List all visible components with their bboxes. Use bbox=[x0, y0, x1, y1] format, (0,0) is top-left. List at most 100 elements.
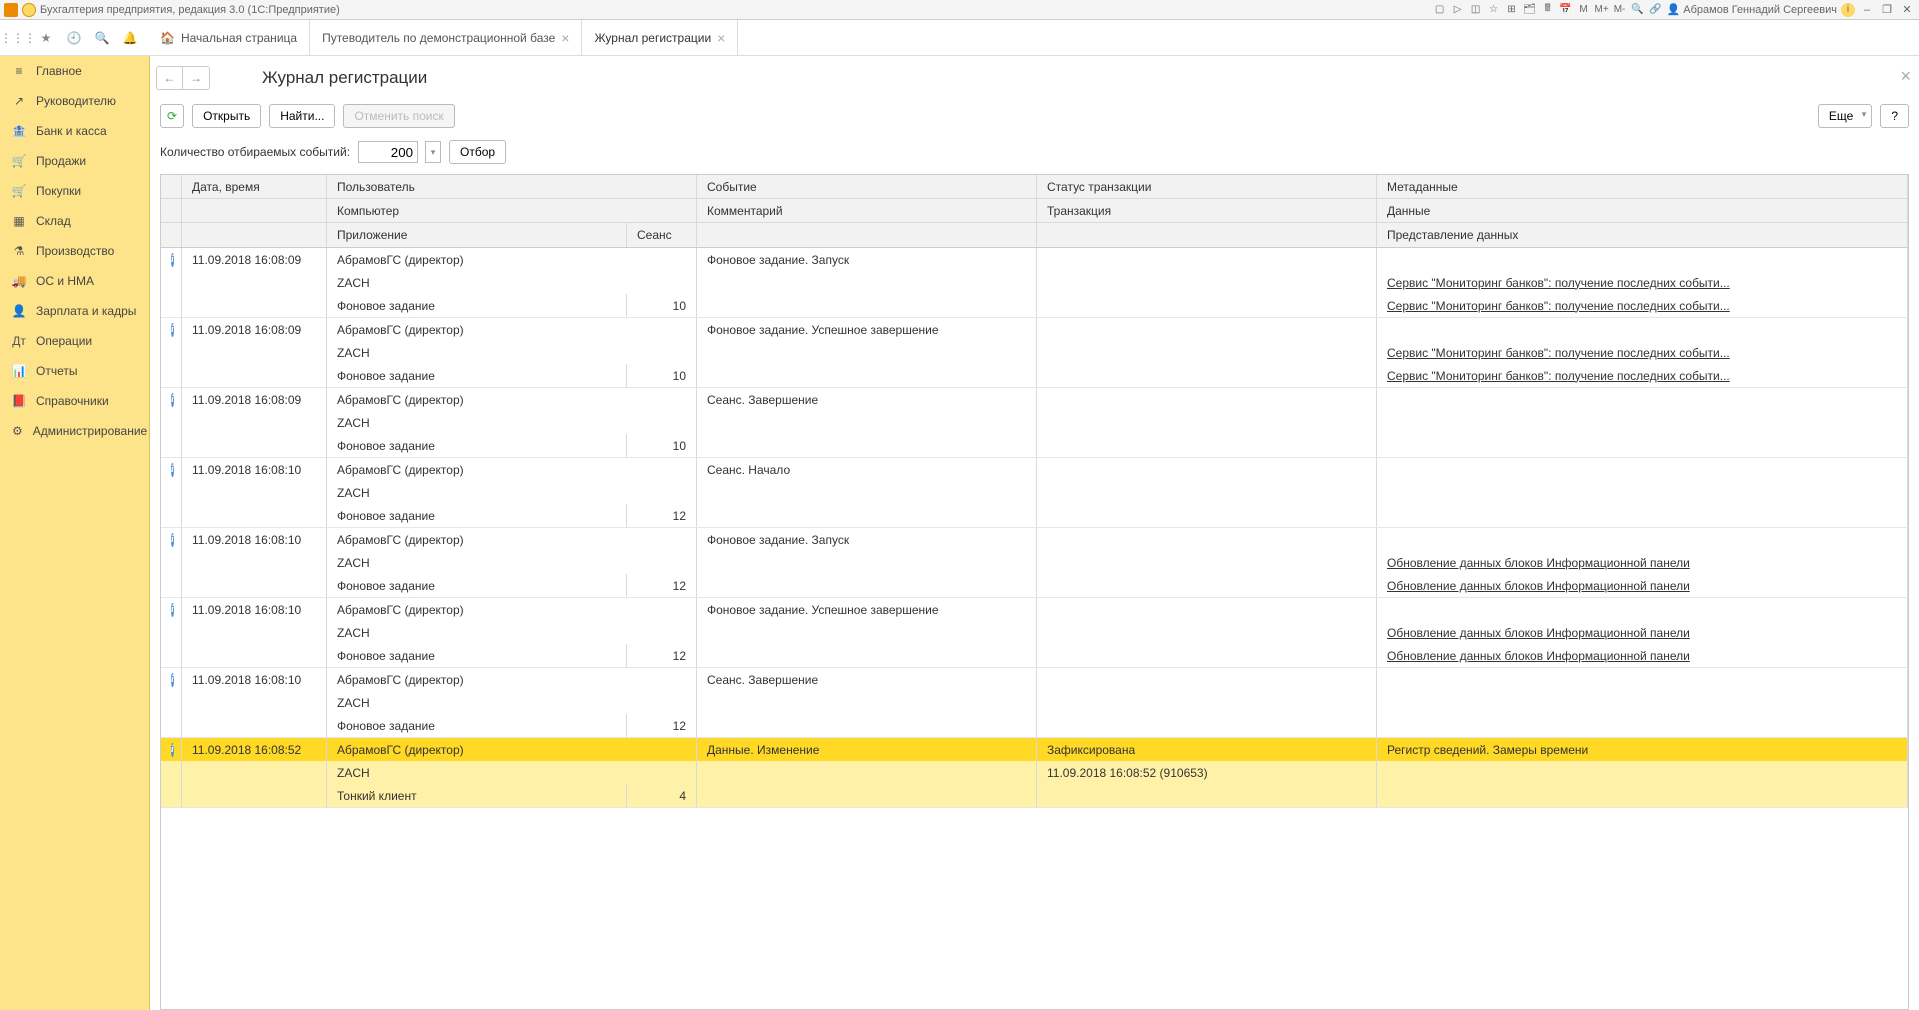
grid-body[interactable]: i11.09.2018 16:08:09АбрамовГС (директор)… bbox=[161, 248, 1908, 1009]
cell-comment bbox=[697, 341, 1037, 364]
row-info-icon: i bbox=[161, 738, 182, 761]
cell-metadata bbox=[1377, 598, 1908, 621]
row-info-icon: i bbox=[161, 318, 182, 341]
table-row[interactable]: i11.09.2018 16:08:10АбрамовГС (директор)… bbox=[161, 598, 1908, 668]
tb-icon-6[interactable]: 🗂 bbox=[1523, 3, 1537, 17]
table-row[interactable]: i11.09.2018 16:08:09АбрамовГС (директор)… bbox=[161, 318, 1908, 388]
restore-icon[interactable]: ❐ bbox=[1879, 2, 1895, 18]
cell-data-repr[interactable]: Обновление данных блоков Информационной … bbox=[1377, 574, 1908, 597]
cell-transaction bbox=[1037, 551, 1377, 574]
table-row[interactable]: i11.09.2018 16:08:10АбрамовГС (директор)… bbox=[161, 458, 1908, 528]
col-app[interactable]: Приложение bbox=[327, 223, 627, 247]
sidebar-item-6[interactable]: ⚗Производство bbox=[0, 236, 149, 266]
bell-icon[interactable]: 🔔 bbox=[116, 20, 144, 56]
tb-icon-cal[interactable]: 📅 bbox=[1559, 3, 1573, 17]
cell-data[interactable]: Обновление данных блоков Информационной … bbox=[1377, 621, 1908, 644]
cell-data[interactable]: Обновление данных блоков Информационной … bbox=[1377, 551, 1908, 574]
tb-icon-4[interactable]: ☆ bbox=[1487, 3, 1501, 17]
table-row[interactable]: i11.09.2018 16:08:09АбрамовГС (директор)… bbox=[161, 248, 1908, 318]
sidebar-item-2[interactable]: 🏦Банк и касса bbox=[0, 116, 149, 146]
refresh-button[interactable]: ⟳ bbox=[160, 104, 184, 128]
cell-computer: ZACH bbox=[327, 621, 697, 644]
sidebar-item-10[interactable]: 📊Отчеты bbox=[0, 356, 149, 386]
cell-data[interactable]: Сервис "Мониторинг банков": получение по… bbox=[1377, 341, 1908, 364]
dropdown-icon[interactable] bbox=[22, 3, 36, 17]
tab-close-icon[interactable]: × bbox=[717, 30, 725, 46]
table-row[interactable]: i11.09.2018 16:08:10АбрамовГС (директор)… bbox=[161, 668, 1908, 738]
tb-icon-3[interactable]: ◫ bbox=[1469, 3, 1483, 17]
nav-back-button[interactable]: ← bbox=[157, 67, 183, 89]
close-page-icon[interactable]: × bbox=[1900, 66, 1911, 87]
history-icon[interactable]: 🕘 bbox=[60, 20, 88, 56]
minimize-icon[interactable]: – bbox=[1859, 2, 1875, 18]
filter-button[interactable]: Отбор bbox=[449, 140, 506, 164]
cell-data-repr[interactable]: Сервис "Мониторинг банков": получение по… bbox=[1377, 294, 1908, 317]
count-dropdown-icon[interactable]: ▾ bbox=[425, 141, 441, 163]
close-icon[interactable]: ✕ bbox=[1899, 2, 1915, 18]
sidebar-item-1[interactable]: ↗Руководителю bbox=[0, 86, 149, 116]
col-computer[interactable]: Компьютер bbox=[327, 199, 697, 222]
cell-data-repr[interactable]: Сервис "Мониторинг банков": получение по… bbox=[1377, 364, 1908, 387]
tab-0[interactable]: 🏠Начальная страница bbox=[148, 20, 310, 55]
sidebar-item-4[interactable]: 🛒Покупки bbox=[0, 176, 149, 206]
cell-data-repr[interactable]: Обновление данных блоков Информационной … bbox=[1377, 644, 1908, 667]
tab-2[interactable]: Журнал регистрации× bbox=[582, 20, 738, 55]
col-metadata[interactable]: Метаданные bbox=[1377, 175, 1908, 198]
log-grid: Дата, время Пользователь Событие Статус … bbox=[160, 174, 1909, 1010]
cell-date: 11.09.2018 16:08:52 bbox=[182, 738, 327, 761]
sidebar-item-8[interactable]: 👤Зарплата и кадры bbox=[0, 296, 149, 326]
col-comment[interactable]: Комментарий bbox=[697, 199, 1037, 222]
zoom-icon[interactable]: 🔍 bbox=[1631, 3, 1645, 17]
sidebar-item-5[interactable]: ▦Склад bbox=[0, 206, 149, 236]
cell-comment bbox=[697, 411, 1037, 434]
row-info-icon: i bbox=[161, 598, 182, 621]
search-icon[interactable]: 🔍 bbox=[88, 20, 116, 56]
col-user[interactable]: Пользователь bbox=[327, 175, 697, 198]
memory-mminus[interactable]: M- bbox=[1613, 3, 1627, 17]
row-info-icon: i bbox=[161, 248, 182, 271]
tb-icon-calc[interactable]: 🖩 bbox=[1541, 3, 1555, 17]
cell-session: 12 bbox=[627, 644, 697, 667]
memory-m[interactable]: M bbox=[1577, 3, 1591, 17]
sidebar-item-11[interactable]: 📕Справочники bbox=[0, 386, 149, 416]
count-input[interactable] bbox=[358, 141, 418, 163]
tab-1[interactable]: Путеводитель по демонстрационной базе× bbox=[310, 20, 582, 55]
sidebar-item-9[interactable]: ДтОперации bbox=[0, 326, 149, 356]
cell-status bbox=[1037, 388, 1377, 411]
sidebar-item-3[interactable]: 🛒Продажи bbox=[0, 146, 149, 176]
cell-app: Фоновое задание bbox=[327, 504, 627, 527]
sidebar-item-0[interactable]: ≡Главное bbox=[0, 56, 149, 86]
help-button[interactable]: ? bbox=[1880, 104, 1909, 128]
memory-mplus[interactable]: M+ bbox=[1595, 3, 1609, 17]
cell-user: АбрамовГС (директор) bbox=[327, 248, 697, 271]
star-icon[interactable]: ★ bbox=[32, 20, 60, 56]
col-data-repr[interactable]: Представление данных bbox=[1377, 223, 1908, 247]
sidebar-item-12[interactable]: ⚙Администрирование bbox=[0, 416, 149, 446]
tb-icon-5[interactable]: ⊞ bbox=[1505, 3, 1519, 17]
tb-icon-1[interactable]: ▢ bbox=[1433, 3, 1447, 17]
info-icon[interactable]: i bbox=[1841, 3, 1855, 17]
col-transaction[interactable]: Транзакция bbox=[1037, 199, 1377, 222]
more-button[interactable]: Еще bbox=[1818, 104, 1872, 128]
table-row[interactable]: i11.09.2018 16:08:10АбрамовГС (директор)… bbox=[161, 528, 1908, 598]
open-button[interactable]: Открыть bbox=[192, 104, 261, 128]
col-session[interactable]: Сеанс bbox=[627, 223, 697, 247]
link-icon[interactable]: 🔗 bbox=[1649, 3, 1663, 17]
col-data[interactable]: Данные bbox=[1377, 199, 1908, 222]
find-button[interactable]: Найти... bbox=[269, 104, 335, 128]
tb-icon-2[interactable]: ▷ bbox=[1451, 3, 1465, 17]
col-status[interactable]: Статус транзакции bbox=[1037, 175, 1377, 198]
apps-icon[interactable]: ⋮⋮⋮ bbox=[4, 20, 32, 56]
user-label[interactable]: 👤 Абрамов Геннадий Сергеевич bbox=[1667, 3, 1837, 16]
col-date[interactable]: Дата, время bbox=[182, 175, 327, 198]
col-event[interactable]: Событие bbox=[697, 175, 1037, 198]
sidebar: ≡Главное↗Руководителю🏦Банк и касса🛒Прода… bbox=[0, 56, 150, 1010]
table-row[interactable]: i11.09.2018 16:08:09АбрамовГС (директор)… bbox=[161, 388, 1908, 458]
cell-data[interactable]: Сервис "Мониторинг банков": получение по… bbox=[1377, 271, 1908, 294]
tab-close-icon[interactable]: × bbox=[561, 30, 569, 46]
table-row[interactable]: i11.09.2018 16:08:52АбрамовГС (директор)… bbox=[161, 738, 1908, 808]
cancel-search-button[interactable]: Отменить поиск bbox=[343, 104, 454, 128]
nav-forward-button[interactable]: → bbox=[183, 67, 209, 89]
sidebar-item-7[interactable]: 🚚ОС и НМА bbox=[0, 266, 149, 296]
col-icon[interactable] bbox=[161, 175, 182, 198]
